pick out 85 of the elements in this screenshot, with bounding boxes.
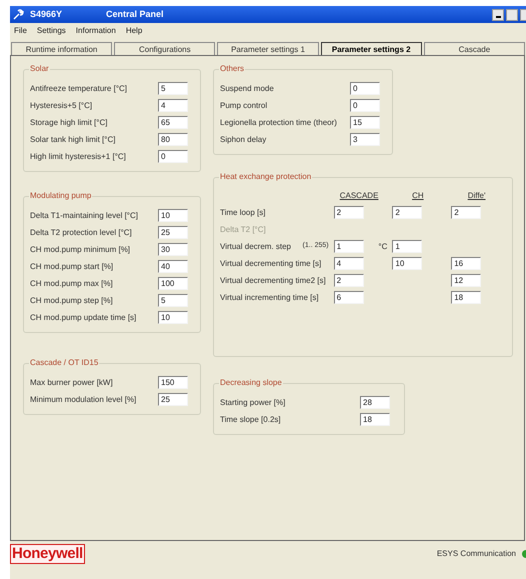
tab[interactable]: Runtime information (11, 42, 112, 55)
input-field[interactable]: 15 (350, 116, 380, 129)
wrench-icon (13, 9, 24, 20)
input-field[interactable]: 65 (158, 116, 188, 129)
status-text: ESYS Communication (436, 548, 516, 560)
column-header: Diffe' (466, 190, 487, 202)
input-field[interactable]: 2 (334, 206, 364, 219)
input-field[interactable]: 18 (360, 413, 390, 426)
input-field[interactable]: 16 (451, 257, 482, 270)
minimize-button[interactable] (492, 8, 504, 20)
input-field[interactable]: 4 (334, 257, 364, 270)
group-title: Heat exchange protection (219, 172, 312, 182)
input-field[interactable]: 18 (451, 291, 482, 304)
input-field[interactable]: 25 (158, 393, 188, 406)
input-field[interactable]: 2 (334, 274, 364, 287)
input-field[interactable]: 10 (392, 257, 422, 270)
tab[interactable]: Parameter settings 1 (217, 42, 319, 55)
menu-item[interactable]: File (14, 25, 27, 37)
group-title: Modulating pump (29, 191, 92, 201)
unit-label: °C (378, 240, 388, 252)
tab[interactable]: Cascade (424, 42, 526, 55)
input-field[interactable]: 5 (158, 294, 188, 307)
input-field[interactable]: 2 (392, 206, 422, 219)
field-label: Virtual decrementing time2 [s] (220, 274, 326, 286)
column-header: CASCADE (338, 190, 380, 202)
input-field[interactable]: 3 (350, 133, 380, 146)
group-title: Decreasing slope (219, 378, 283, 388)
input-field[interactable]: 12 (451, 274, 482, 287)
field-label: Siphon delay (220, 134, 268, 146)
field-label: Virtual decrementing time [s] (220, 258, 322, 270)
input-field[interactable]: 100 (158, 277, 188, 290)
logo: Honeywell (10, 544, 85, 564)
field-label: CH mod.pump start [%] (30, 260, 114, 272)
input-field[interactable]: 0 (158, 150, 188, 163)
close-button[interactable] (520, 8, 526, 20)
field-label: Time loop [s] (220, 206, 266, 218)
menu-item[interactable]: Settings (36, 25, 66, 37)
field-label: Virtual incrementing time [s] (220, 292, 319, 304)
field-label: High limit hysteresis+1 [°C] (30, 150, 127, 162)
field-label: Max burner power [kW] (30, 376, 114, 388)
field-label: Storage high limit [°C] (30, 116, 108, 128)
maximize-button[interactable] (506, 8, 518, 20)
window-title: S4966Y (30, 8, 64, 21)
field-label: CH mod.pump max [%] (30, 278, 114, 290)
field-label: CH mod.pump step [%] (30, 294, 114, 306)
field-label: CH mod.pump minimum [%] (30, 244, 132, 256)
field-label: Suspend mode (220, 82, 275, 94)
group-title: Others (219, 64, 246, 74)
window-subtitle: Central Panel (106, 8, 165, 21)
input-field[interactable]: 4 (158, 99, 188, 112)
tab[interactable]: Parameter settings 2 (320, 42, 422, 55)
input-field[interactable]: 80 (158, 133, 188, 146)
input-field[interactable]: 10 (158, 209, 188, 222)
input-field[interactable]: 0 (350, 82, 380, 95)
input-field[interactable]: 40 (158, 260, 188, 273)
group-title: Cascade / OT ID15 (29, 358, 100, 368)
field-label: Delta T1-maintaining level [°C] (30, 210, 139, 222)
menu-item[interactable]: Help (126, 25, 142, 37)
input-field[interactable]: 2 (451, 206, 482, 219)
input-field[interactable]: 25 (158, 226, 188, 239)
field-label: Time slope [0.2s] (220, 414, 282, 426)
field-label: Starting power [%] (220, 396, 286, 408)
field-label: Antifreeze temperature [°C] (30, 82, 128, 94)
input-field[interactable]: 150 (158, 376, 188, 389)
input-field[interactable]: 6 (334, 291, 364, 304)
input-field[interactable]: 5 (158, 82, 188, 95)
input-field[interactable]: 0 (350, 99, 380, 112)
input-field[interactable]: 1 (334, 240, 364, 253)
column-header: CH (411, 190, 425, 202)
field-label: Legionella protection time (theor) (220, 116, 338, 128)
field-label: Delta T2 [°C] (220, 224, 266, 236)
field-label: CH mod.pump update time [s] (30, 312, 138, 324)
menu-item[interactable]: Information (76, 25, 116, 37)
field-label: Solar tank high limit [°C] (30, 134, 116, 146)
field-label: Minimum modulation level [%] (30, 394, 138, 406)
input-field[interactable]: 10 (158, 311, 188, 324)
group-title: Solar (29, 64, 50, 74)
field-label: Pump control (220, 100, 268, 112)
input-field[interactable]: 28 (360, 396, 390, 409)
tab[interactable]: Configurations (114, 42, 216, 55)
field-label: Delta T2 protection level [°C] (30, 226, 133, 238)
input-field[interactable]: 1 (392, 240, 422, 253)
field-label: Virtual decrem. step (220, 240, 291, 252)
field-label: Hysteresis+5 [°C] (30, 100, 94, 112)
input-field[interactable]: 30 (158, 243, 188, 256)
